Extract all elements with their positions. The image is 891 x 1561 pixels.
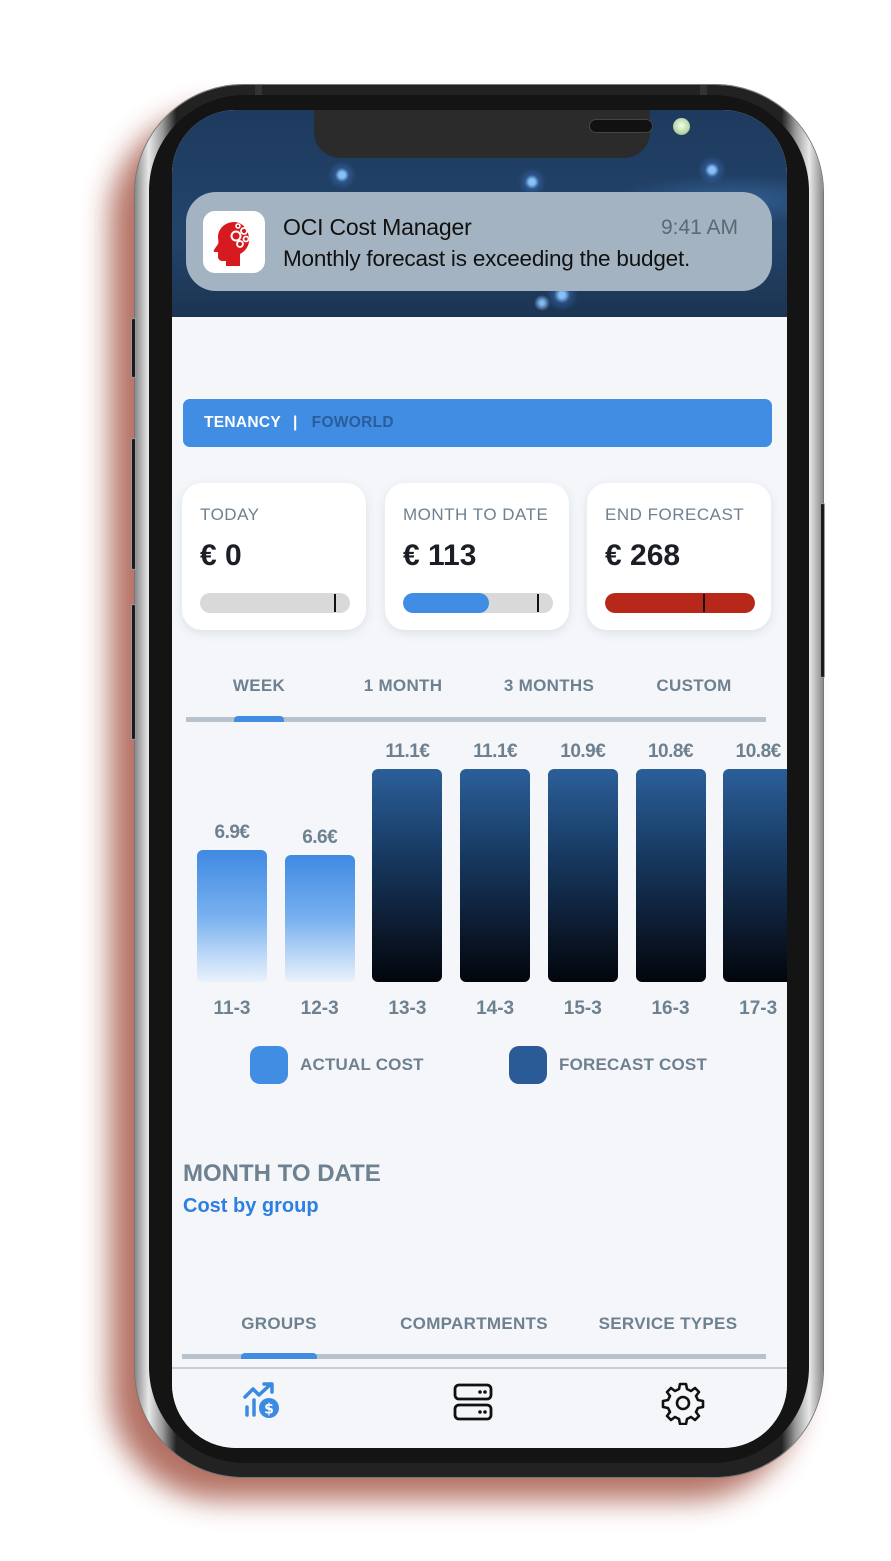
tenancy-selector[interactable]: TENANCY | FOWORLD — [183, 399, 772, 447]
cost-bar-chart: 6.9€ 11-3 6.6€ 12-3 11.1€ 13-3 11.1€ 14-3 10.9€ 1… — [172, 735, 787, 1035]
bar-value-label: 6.6€ — [302, 827, 338, 848]
tab-groups[interactable]: GROUPS — [241, 1314, 316, 1334]
forecast-bar[interactable] — [547, 769, 618, 982]
actual-bar[interactable] — [197, 850, 267, 982]
card-value: € 0 — [200, 539, 242, 572]
costs-chart-icon: $ — [243, 1382, 279, 1418]
tab-service-types[interactable]: SERVICE TYPES — [599, 1314, 738, 1334]
forecast-bar[interactable] — [635, 769, 706, 982]
bar-value-label: 11.1€ — [473, 741, 518, 762]
svg-text:$: $ — [264, 1402, 274, 1418]
card-value: € 113 — [403, 539, 477, 572]
push-notification[interactable]: OCI Cost Manager 9:41 AM Monthly forecas… — [186, 192, 772, 291]
card-today[interactable]: TODAY € 0 — [182, 483, 366, 630]
legend-swatch — [250, 1046, 288, 1084]
notification-app-name: OCI Cost Manager — [283, 214, 472, 240]
head-gears-icon — [213, 222, 250, 266]
section-title: MONTH TO DATE — [183, 1160, 381, 1187]
servers-icon — [453, 1383, 493, 1421]
tab-week[interactable]: WEEK — [233, 676, 285, 696]
bar-value-label: 6.9€ — [214, 822, 250, 843]
legend-actual-cost[interactable]: ACTUAL COST — [250, 1046, 424, 1084]
tab-compartments[interactable]: COMPARTMENTS — [400, 1314, 548, 1334]
x-tick-label: 17-3 — [739, 998, 778, 1019]
section-subtitle: Cost by group — [183, 1195, 319, 1217]
forecast-bar[interactable] — [372, 769, 443, 982]
bar-value-label: 10.8€ — [647, 741, 694, 762]
x-tick-label: 16-3 — [651, 998, 690, 1019]
x-tick-label: 12-3 — [300, 998, 339, 1019]
bar-value-label: 10.9€ — [560, 741, 606, 762]
settings-gear-icon — [661, 1382, 705, 1426]
bar-value-label: 10.8€ — [735, 741, 782, 762]
progress-fill — [403, 593, 489, 613]
notification-time: 9:41 AM — [660, 216, 738, 239]
notch — [314, 110, 690, 158]
card-end-forecast[interactable]: END FORECAST € 268 — [587, 483, 771, 630]
nav-resources[interactable] — [451, 1381, 495, 1425]
period-tabs: WEEK 1 MONTH 3 MONTHS CUSTOM — [186, 672, 766, 722]
group-tabs: GROUPS COMPARTMENTS SERVICE TYPES — [182, 1310, 766, 1360]
x-tick-label: 11-3 — [213, 998, 251, 1019]
nav-costs[interactable]: $ — [241, 1381, 285, 1425]
x-tick-label: 13-3 — [388, 998, 427, 1019]
mute-switch — [131, 318, 136, 378]
legend-label: FORECAST COST — [559, 1055, 708, 1074]
app-screen: OCI Cost Manager 9:41 AM Monthly forecas… — [172, 110, 787, 1448]
budget-marker — [702, 594, 705, 612]
power-button — [820, 503, 825, 678]
bar-value-label: 11.1€ — [385, 741, 430, 762]
budget-progress-bar — [200, 593, 350, 613]
forecast-bar[interactable] — [723, 769, 787, 982]
budget-marker — [333, 594, 336, 612]
tab-1-month[interactable]: 1 MONTH — [364, 676, 443, 696]
tenancy-label: TENANCY — [204, 414, 282, 431]
actual-bar[interactable] — [284, 855, 355, 982]
earpiece-speaker — [589, 119, 653, 133]
card-value: € 268 — [605, 539, 681, 572]
bottom-navigation: $ — [172, 1369, 787, 1448]
nav-settings[interactable] — [661, 1381, 705, 1426]
card-label: END FORECAST — [605, 505, 745, 524]
legend-swatch — [509, 1046, 547, 1084]
tab-active-indicator — [234, 716, 284, 722]
budget-progress-bar — [605, 593, 755, 613]
legend-forecast-cost[interactable]: FORECAST COST — [509, 1046, 707, 1084]
antenna-band — [700, 85, 707, 95]
tab-custom[interactable]: CUSTOM — [656, 676, 731, 696]
x-tick-label: 14-3 — [476, 998, 515, 1019]
antenna-band — [255, 85, 262, 95]
app-icon — [203, 211, 265, 273]
card-label: TODAY — [200, 505, 260, 524]
progress-fill — [605, 593, 755, 613]
forecast-bar[interactable] — [460, 769, 531, 982]
tenancy-value: FOWORLD — [311, 414, 394, 431]
volume-up-button — [131, 438, 136, 570]
volume-down-button — [131, 604, 136, 740]
chart-legend: ACTUAL COST FORECAST COST — [172, 1046, 787, 1086]
budget-marker — [536, 594, 539, 612]
tenancy-separator: | — [293, 414, 298, 431]
legend-label: ACTUAL COST — [300, 1055, 424, 1074]
notification-message: Monthly forecast is exceeding the budget… — [283, 246, 691, 271]
tab-active-indicator — [241, 1353, 317, 1359]
budget-progress-bar — [403, 593, 553, 613]
card-label: MONTH TO DATE — [403, 505, 549, 524]
x-tick-label: 15-3 — [563, 998, 602, 1019]
tab-3-months[interactable]: 3 MONTHS — [504, 676, 594, 696]
card-month-to-date[interactable]: MONTH TO DATE € 113 — [385, 483, 569, 630]
front-camera — [673, 118, 690, 135]
